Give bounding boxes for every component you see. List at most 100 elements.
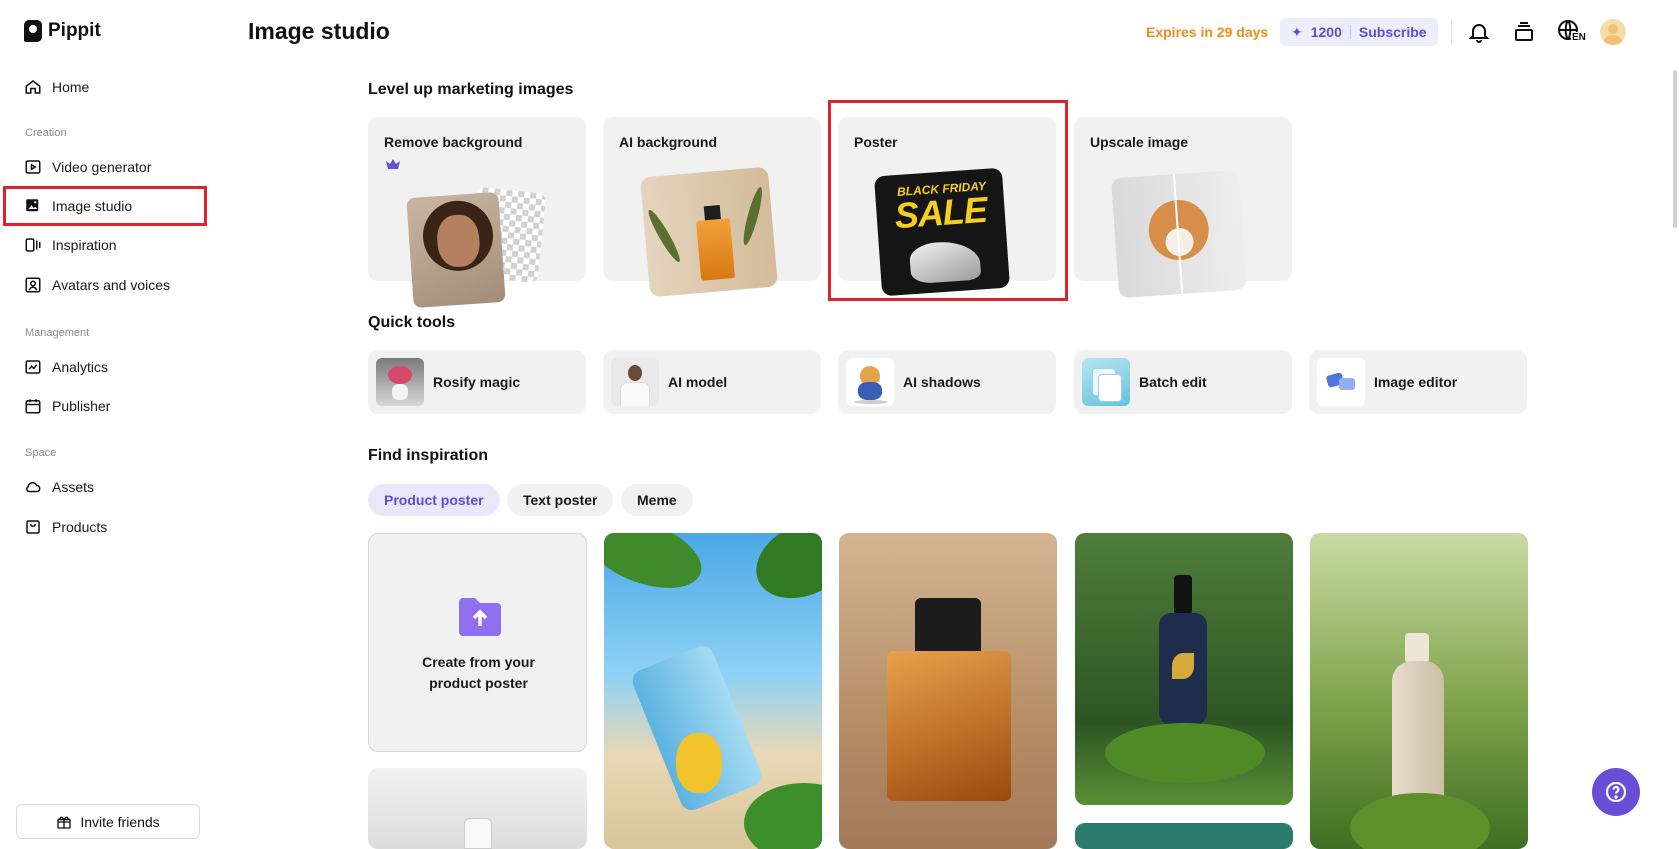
perfume-bottle (695, 218, 736, 281)
page-scrollbar[interactable] (1673, 70, 1677, 228)
cloud-icon (26, 481, 41, 493)
inspiration-icon (25, 238, 41, 252)
language-code: EN (1571, 32, 1587, 43)
sidebar-item-label: Assets (52, 479, 95, 495)
sidebar-item-inspiration[interactable]: Inspiration (24, 234, 117, 256)
create-card-line2: product poster (429, 675, 528, 691)
sidebar-item-analytics[interactable]: Analytics (24, 356, 108, 378)
invite-friends-button[interactable]: Invite friends (16, 804, 200, 839)
image-studio-icon (26, 199, 39, 212)
gift-icon (57, 816, 71, 829)
sidebar: Pippit Home Creation Video generator Ima… (0, 0, 212, 849)
ai-shadows-thumbnail (846, 358, 894, 406)
sparkle-icon: ✦ (1291, 23, 1303, 40)
header-divider (1451, 20, 1452, 44)
tool-rosify-magic[interactable]: Rosify magic (368, 350, 586, 414)
sidebar-item-label: Image studio (52, 198, 133, 214)
leaf-shape (740, 185, 766, 247)
section-title-find-inspiration: Find inspiration (368, 447, 488, 464)
credits-subscribe-pill[interactable]: ✦ 1200 Subscribe (1280, 18, 1438, 46)
sidebar-item-assets[interactable]: Assets (24, 476, 94, 498)
tool-label: Image editor (1374, 374, 1458, 390)
home-icon (25, 80, 41, 94)
filter-chip-product-poster[interactable]: Product poster (368, 484, 500, 516)
card-label: Upscale image (1090, 134, 1189, 150)
tool-label: Batch edit (1139, 374, 1207, 390)
sidebar-item-avatars-voices[interactable]: Avatars and voices (24, 274, 170, 296)
premium-crown-icon (386, 159, 400, 169)
portrait-illustration (406, 191, 506, 309)
avatar-icon (25, 277, 41, 293)
palm-leaf-shape (744, 783, 822, 849)
perfume-cap-shape (915, 598, 981, 656)
palm-leaf-shape (604, 533, 711, 602)
pippit-logo-icon (24, 20, 42, 42)
bear-body (858, 382, 882, 400)
sidebar-item-label: Avatars and voices (52, 277, 171, 293)
language-selector[interactable]: EN (1556, 18, 1587, 46)
batch-edit-thumbnail (1082, 358, 1130, 406)
sidebar-item-products[interactable]: Products (24, 516, 107, 538)
create-card-line1: Create from your (422, 654, 535, 670)
tool-label: AI model (668, 374, 728, 390)
inspiration-thumbnail-serum-bottle[interactable] (1075, 533, 1293, 805)
tool-ai-shadows[interactable]: AI shadows (838, 350, 1056, 414)
sidebar-item-image-studio[interactable]: Image studio (24, 195, 132, 217)
sidebar-item-label: Analytics (52, 359, 109, 375)
pill-divider (1349, 25, 1351, 39)
app-logo[interactable]: Pippit (24, 20, 101, 42)
inspiration-thumbnail-pineapple-can[interactable] (604, 533, 822, 849)
analytics-icon (25, 360, 41, 374)
tool-ai-model[interactable]: AI model (603, 350, 821, 414)
tool-label: AI shadows (903, 374, 981, 390)
perfume-scene-illustration (640, 166, 778, 298)
model-shirt (620, 382, 650, 406)
stacked-card (1098, 374, 1122, 402)
sidebar-item-label: Publisher (52, 398, 111, 414)
video-generator-icon (25, 160, 41, 174)
rosify-thumbnail (376, 358, 424, 406)
dropper-shape (1174, 575, 1192, 615)
bottle-shape (464, 818, 492, 849)
expiry-notice: Expires in 29 days (1146, 24, 1269, 40)
tool-batch-edit[interactable]: Batch edit (1074, 350, 1292, 414)
pump-head-shape (1405, 633, 1429, 663)
inspiration-thumbnail-white-bottle[interactable] (368, 768, 587, 849)
invite-friends-label: Invite friends (80, 813, 160, 830)
tool-image-editor[interactable]: Image editor (1309, 350, 1527, 414)
bell-icon[interactable] (1467, 20, 1491, 44)
tool-label: Rosify magic (433, 374, 521, 390)
help-button[interactable] (1592, 768, 1640, 816)
sidebar-item-publisher[interactable]: Publisher (24, 395, 110, 417)
create-from-product-poster-card[interactable]: Create from your product poster (368, 533, 587, 752)
moss-shape (1350, 793, 1490, 849)
inspiration-thumbnail-pump-bottle[interactable] (1310, 533, 1528, 849)
page-title: Image studio (248, 18, 390, 44)
ai-model-thumbnail (611, 358, 659, 406)
palm-leaf-shape (743, 533, 822, 613)
dog-upscale-illustration (1110, 169, 1248, 299)
shadow-shape (854, 400, 888, 404)
filter-chip-meme[interactable]: Meme (621, 484, 693, 516)
stack-icon[interactable] (1512, 20, 1536, 44)
subscribe-button[interactable]: Subscribe (1359, 24, 1427, 40)
vase-shape (392, 384, 408, 400)
leaf-shape (644, 207, 684, 265)
credits-count: 1200 (1310, 24, 1342, 40)
calendar-icon (25, 399, 41, 414)
moss-shape (1105, 723, 1265, 783)
sidebar-item-video-generator[interactable]: Video generator (24, 156, 151, 178)
section-title-level-up: Level up marketing images (368, 81, 574, 98)
lotion-bottle-shape (1392, 661, 1444, 807)
section-title-quick-tools: Quick tools (368, 314, 456, 331)
sidebar-item-home[interactable]: Home (24, 76, 89, 98)
create-card-text: Create from your product poster (369, 652, 588, 694)
perfume-bottle-shape (887, 651, 1011, 801)
inspiration-thumbnail-teal[interactable] (1075, 823, 1293, 849)
inspiration-thumbnail-amber-perfume[interactable] (839, 533, 1057, 849)
section-label-space: Space (25, 447, 57, 459)
sidebar-item-label: Inspiration (52, 237, 117, 253)
user-avatar[interactable] (1600, 19, 1626, 45)
filter-chip-text-poster[interactable]: Text poster (507, 484, 614, 516)
product-box-icon (26, 520, 40, 534)
